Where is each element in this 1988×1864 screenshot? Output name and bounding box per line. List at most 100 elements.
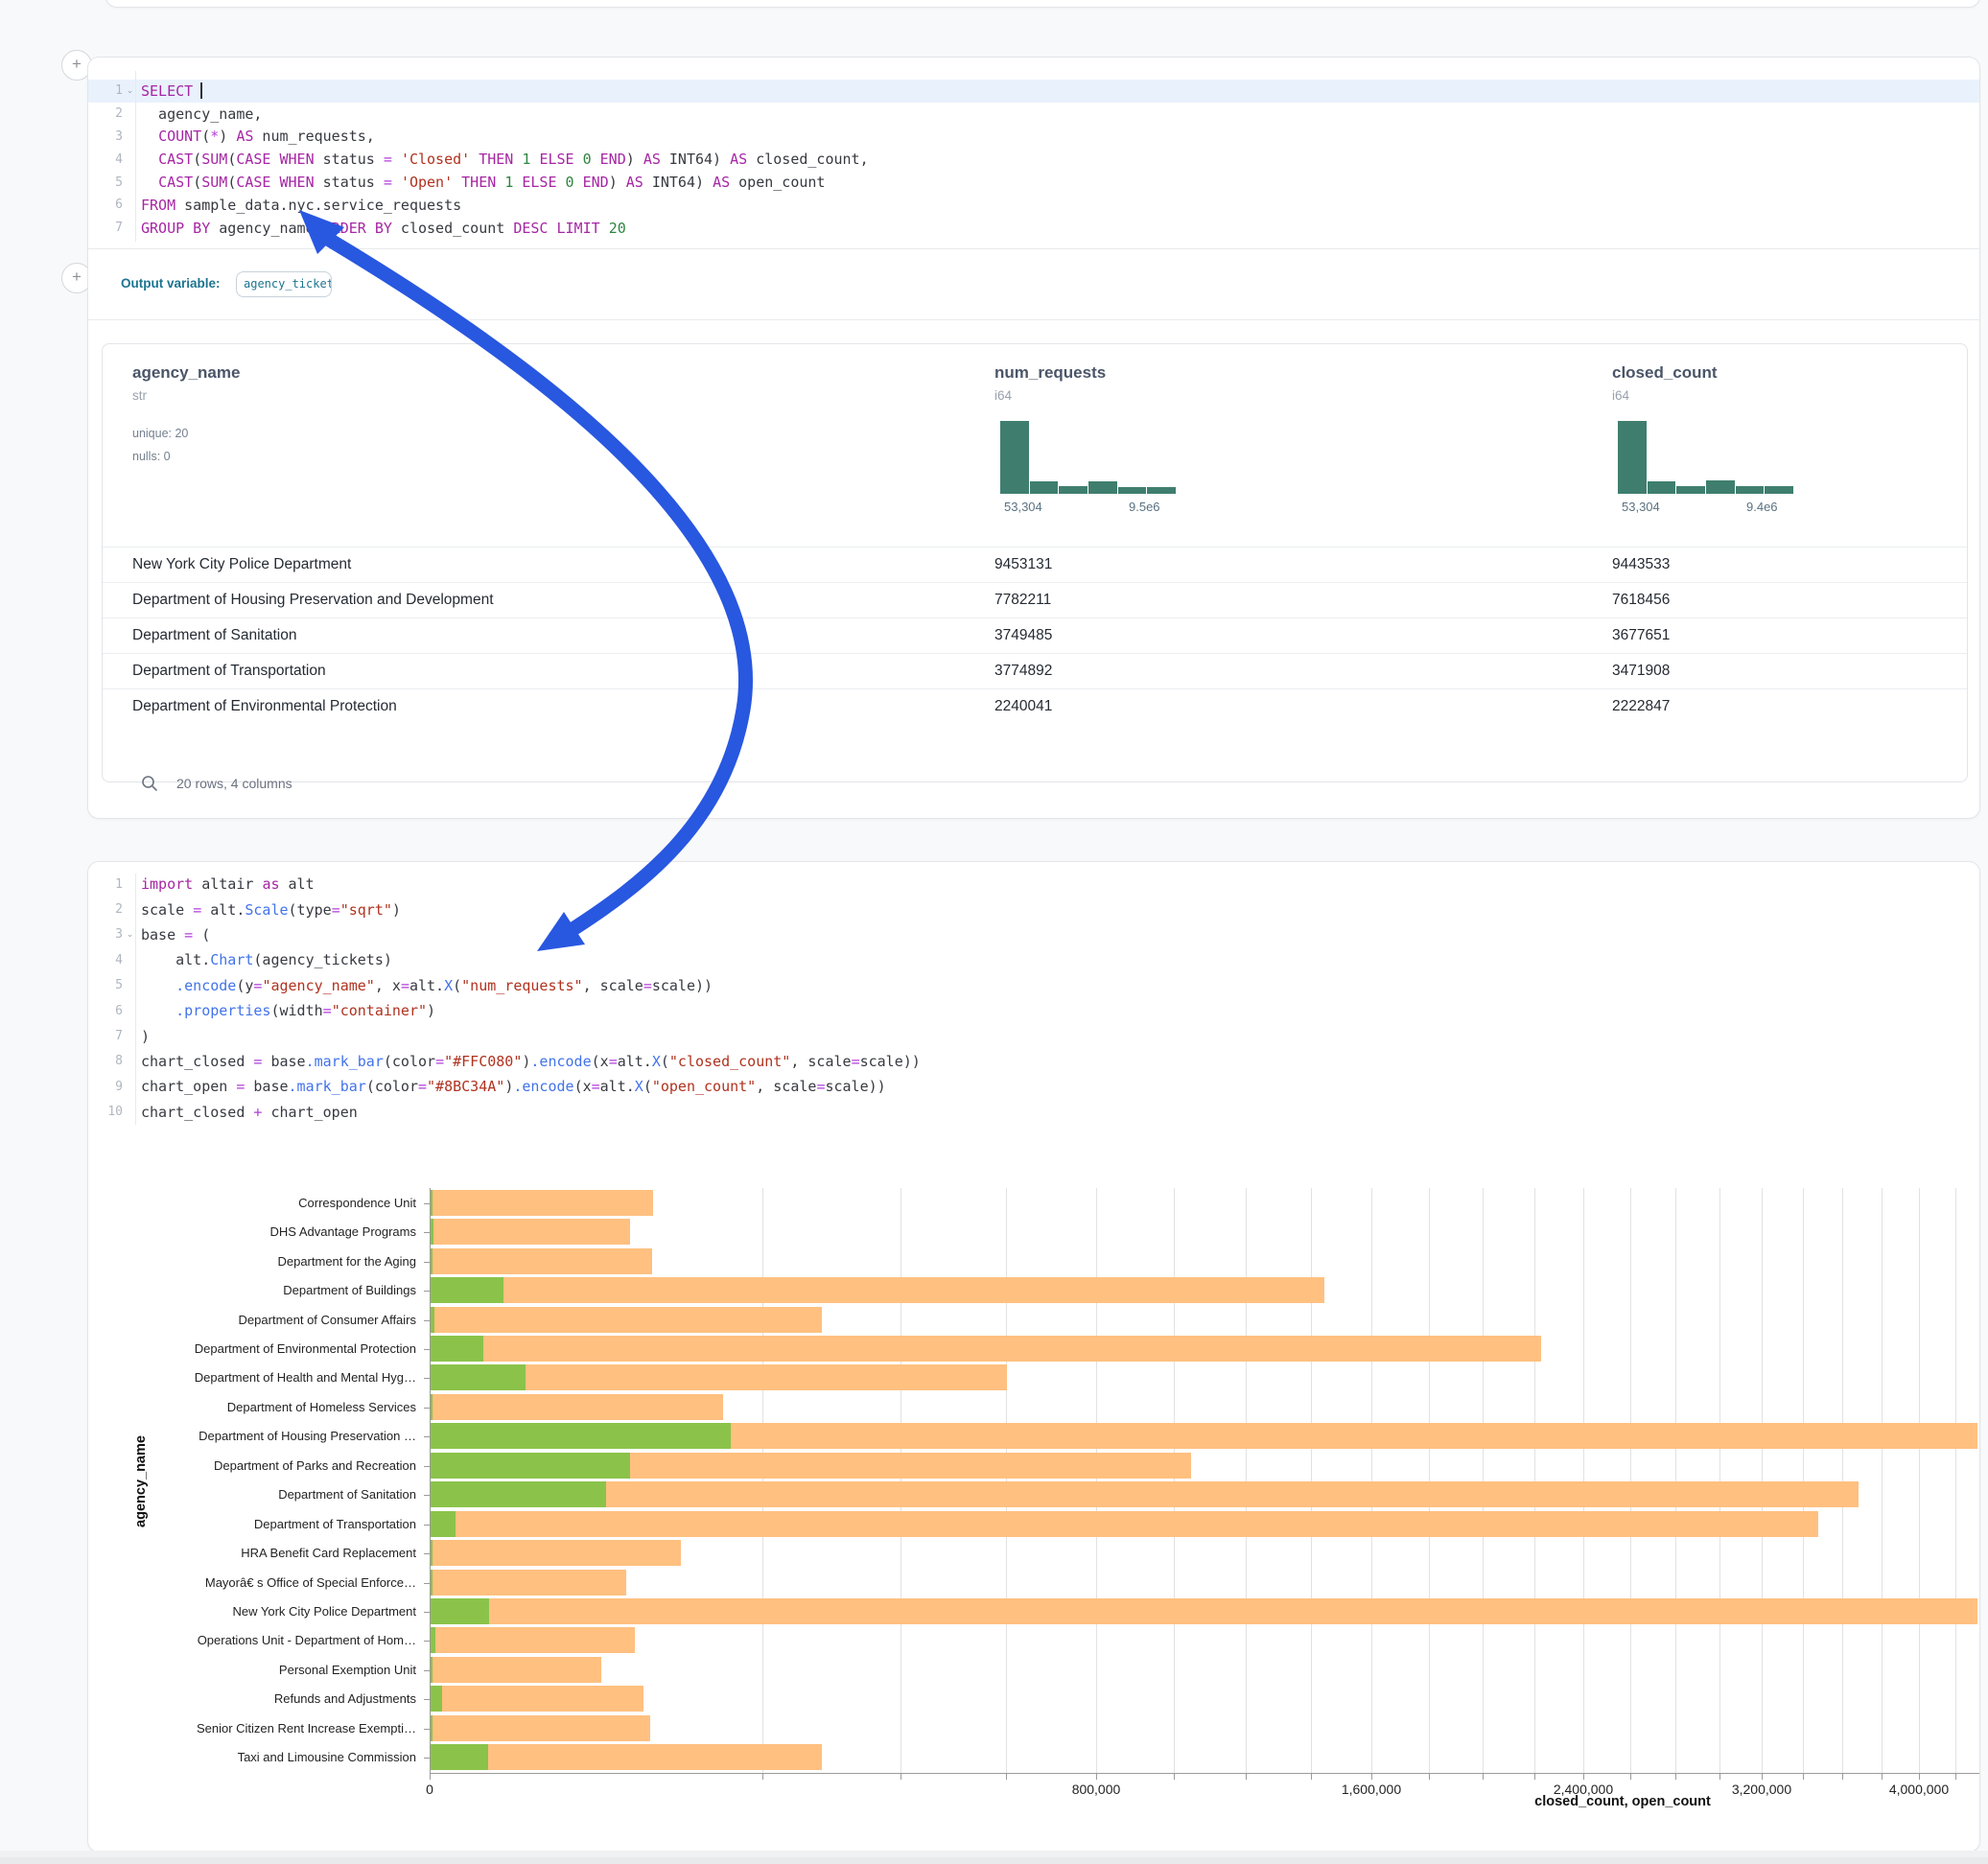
bar-open-count[interactable] bbox=[431, 1190, 433, 1216]
table-row[interactable]: New York City Police Department945313194… bbox=[103, 547, 1967, 583]
bar-open-count[interactable] bbox=[431, 1248, 433, 1274]
bar-open-count[interactable] bbox=[431, 1277, 503, 1303]
table-cell: 3677651 bbox=[1612, 627, 1670, 644]
column-header[interactable]: num_requests bbox=[994, 363, 1106, 383]
x-tick bbox=[1719, 1774, 1720, 1780]
x-tick bbox=[1919, 1774, 1920, 1780]
code-line[interactable]: 5 CAST(SUM(CASE WHEN status = 'Open' THE… bbox=[88, 171, 1979, 194]
code-line[interactable]: 6FROM sample_data.nyc.service_requests bbox=[88, 194, 1979, 217]
page-gap bbox=[0, 1851, 1988, 1857]
bar-open-count[interactable] bbox=[431, 1598, 489, 1624]
table-cell: New York City Police Department bbox=[132, 556, 351, 573]
output-variable-input[interactable]: agency_tickets bbox=[236, 271, 332, 297]
bar-closed-count[interactable] bbox=[431, 1248, 652, 1274]
y-axis-line bbox=[430, 1188, 431, 1774]
table-cell: 7618456 bbox=[1612, 592, 1670, 609]
bar-open-count[interactable] bbox=[431, 1423, 731, 1449]
bar-open-count[interactable] bbox=[431, 1394, 433, 1420]
table-row[interactable]: Department of Environmental Protection22… bbox=[103, 688, 1967, 725]
text-cursor bbox=[200, 82, 202, 99]
bar-closed-count[interactable] bbox=[431, 1686, 643, 1712]
bar-closed-count[interactable] bbox=[431, 1715, 650, 1741]
sql-editor[interactable]: 1⌄SELECT2 agency_name,3 COUNT(*) AS num_… bbox=[88, 58, 1979, 248]
y-tick bbox=[424, 1436, 430, 1437]
column-histogram bbox=[1618, 421, 1793, 494]
table-cell: 3774892 bbox=[994, 663, 1052, 680]
bar-open-count[interactable] bbox=[431, 1744, 488, 1770]
y-axis-category-label: Correspondence Unit bbox=[104, 1196, 416, 1210]
bar-closed-count[interactable] bbox=[431, 1481, 1859, 1507]
y-tick bbox=[424, 1612, 430, 1613]
column-histogram bbox=[1000, 421, 1176, 494]
y-axis-title: agency_name bbox=[133, 1419, 149, 1544]
x-tick bbox=[762, 1774, 763, 1780]
bar-closed-count[interactable] bbox=[431, 1598, 1977, 1624]
bar-closed-count[interactable] bbox=[431, 1277, 1324, 1303]
x-tick bbox=[900, 1774, 901, 1780]
next-cell-edge bbox=[0, 1857, 1988, 1864]
y-tick bbox=[424, 1232, 430, 1233]
bar-open-count[interactable] bbox=[431, 1657, 433, 1683]
code-text: COUNT(*) AS num_requests, bbox=[137, 128, 375, 145]
bar-closed-count[interactable] bbox=[431, 1540, 681, 1566]
x-tick bbox=[1246, 1774, 1247, 1780]
bar-open-count[interactable] bbox=[431, 1511, 456, 1537]
table-row[interactable]: Department of Transportation377489234719… bbox=[103, 653, 1967, 689]
bar-closed-count[interactable] bbox=[431, 1394, 723, 1420]
code-line[interactable]: 3 COUNT(*) AS num_requests, bbox=[88, 126, 1979, 149]
code-text: agency_name, bbox=[137, 105, 262, 123]
bar-open-count[interactable] bbox=[431, 1570, 433, 1596]
bar-closed-count[interactable] bbox=[431, 1570, 626, 1596]
column-type: i64 bbox=[1612, 388, 1629, 403]
column-type: str bbox=[132, 388, 147, 403]
line-number: 4 bbox=[88, 152, 123, 167]
code-text: SELECT bbox=[137, 82, 202, 100]
y-axis-category-label: DHS Advantage Programs bbox=[104, 1224, 416, 1239]
y-tick bbox=[424, 1408, 430, 1409]
bar-open-count[interactable] bbox=[431, 1336, 483, 1362]
column-header[interactable]: agency_name bbox=[132, 363, 240, 383]
bar-open-count[interactable] bbox=[431, 1219, 433, 1245]
bar-closed-count[interactable] bbox=[431, 1657, 601, 1683]
bar-closed-count[interactable] bbox=[431, 1336, 1541, 1362]
bar-open-count[interactable] bbox=[431, 1627, 435, 1653]
bar-closed-count[interactable] bbox=[431, 1219, 630, 1245]
bar-open-count[interactable] bbox=[431, 1481, 606, 1507]
bar-closed-count[interactable] bbox=[431, 1190, 653, 1216]
y-axis-category-label: Personal Exemption Unit bbox=[104, 1663, 416, 1677]
code-line[interactable]: 2 agency_name, bbox=[88, 103, 1979, 126]
x-tick bbox=[1675, 1774, 1676, 1780]
code-line[interactable]: 7GROUP BY agency_name ORDER BY closed_co… bbox=[88, 217, 1979, 240]
y-tick bbox=[424, 1262, 430, 1263]
line-number: 1 bbox=[88, 83, 123, 98]
x-tick bbox=[1842, 1774, 1843, 1780]
table-row[interactable]: Department of Sanitation37494853677651 bbox=[103, 617, 1967, 654]
bar-closed-count[interactable] bbox=[431, 1307, 822, 1333]
y-axis-category-label: Department of Homeless Services bbox=[104, 1400, 416, 1414]
code-line[interactable]: 1⌄SELECT bbox=[88, 80, 1979, 103]
bar-open-count[interactable] bbox=[431, 1453, 630, 1479]
bar-closed-count[interactable] bbox=[431, 1511, 1818, 1537]
table-row[interactable]: Department of Housing Preservation and D… bbox=[103, 582, 1967, 618]
bar-closed-count[interactable] bbox=[431, 1744, 822, 1770]
bar-open-count[interactable] bbox=[431, 1715, 433, 1741]
bar-open-count[interactable] bbox=[431, 1686, 442, 1712]
column-stat: unique: 20 bbox=[132, 427, 188, 440]
bar-open-count[interactable] bbox=[431, 1540, 433, 1566]
gutter-divider bbox=[135, 71, 136, 242]
code-line[interactable]: 4 CAST(SUM(CASE WHEN status = 'Closed' T… bbox=[88, 148, 1979, 171]
histogram-max-label: 9.5e6 bbox=[1129, 500, 1160, 514]
bar-open-count[interactable] bbox=[431, 1364, 526, 1390]
y-tick bbox=[424, 1699, 430, 1700]
bar-closed-count[interactable] bbox=[431, 1627, 635, 1653]
y-tick bbox=[424, 1320, 430, 1321]
table-cell: Department of Housing Preservation and D… bbox=[132, 592, 494, 609]
bar-open-count[interactable] bbox=[431, 1307, 434, 1333]
column-header[interactable]: closed_count bbox=[1612, 363, 1718, 383]
table-cell: 9453131 bbox=[994, 556, 1052, 573]
y-axis-category-label: Department for the Aging bbox=[104, 1254, 416, 1269]
y-tick bbox=[424, 1670, 430, 1671]
search-icon[interactable] bbox=[140, 774, 159, 793]
y-axis-category-label: Department of Health and Mental Hyg… bbox=[104, 1370, 416, 1385]
line-number: 3 bbox=[88, 129, 123, 144]
